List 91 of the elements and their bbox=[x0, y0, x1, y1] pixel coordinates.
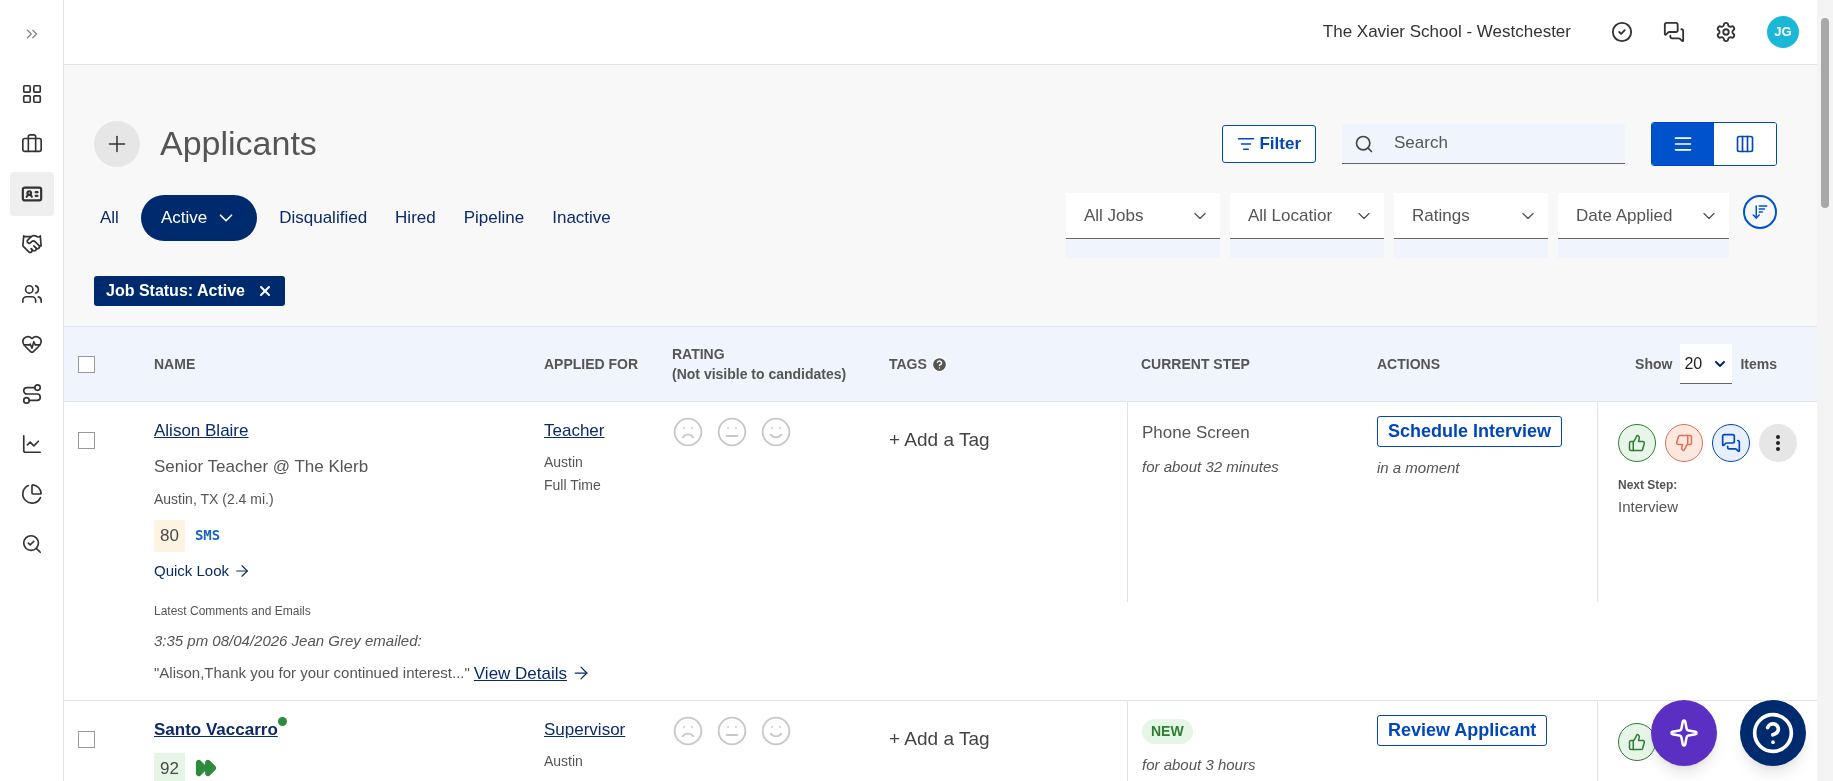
filter-dropdown[interactable]: Ratings bbox=[1394, 193, 1548, 239]
column-header: CURRENT STEP bbox=[1141, 354, 1250, 374]
items-label: Items bbox=[1740, 354, 1777, 374]
applicant-location: Austin, TX (2.4 mi.) bbox=[154, 490, 274, 509]
column-header: RATING (Not visible to candidates) bbox=[672, 345, 847, 384]
magnifier-icon bbox=[20, 533, 43, 555]
handshake-icon bbox=[20, 233, 43, 255]
sidebar-item[interactable] bbox=[9, 172, 54, 216]
sort-button[interactable] bbox=[1743, 195, 1777, 229]
more-icon bbox=[1776, 435, 1780, 451]
step-duration: for about 3 hours bbox=[1142, 755, 1256, 775]
thumbs-down-button[interactable] bbox=[1665, 424, 1703, 462]
next-step-label: Next Step: bbox=[1618, 477, 1678, 494]
route-icon bbox=[20, 383, 43, 405]
column-header: NAME bbox=[154, 354, 196, 374]
applicant-name-link[interactable]: Santo Vaccarro bbox=[154, 720, 278, 739]
sparkle-icon bbox=[1669, 718, 1699, 748]
add-tag-link[interactable]: + Add a Tag bbox=[889, 728, 990, 749]
filter-button[interactable]: Filter bbox=[1222, 124, 1316, 163]
filter-dropdown[interactable]: All Locatior bbox=[1230, 193, 1384, 239]
applicant-headline: Senior Teacher @ The Klerb bbox=[154, 455, 369, 478]
scrollbar[interactable] bbox=[1817, 0, 1833, 781]
column-header: APPLIED FOR bbox=[544, 354, 639, 374]
review-applicant-button[interactable]: Review Applicant bbox=[1377, 715, 1548, 746]
check-circle-icon[interactable] bbox=[1611, 21, 1633, 43]
columns-icon bbox=[1735, 133, 1755, 154]
thumbs-up-button[interactable] bbox=[1618, 424, 1656, 462]
add-button[interactable] bbox=[94, 120, 140, 167]
channel-label: SMS bbox=[194, 526, 221, 546]
comment-excerpt: "Alison,Thank you for your continued interest..." bbox=[154, 663, 470, 683]
line-chart-icon bbox=[20, 433, 43, 455]
thumbs-up-icon bbox=[1628, 434, 1646, 452]
close-icon[interactable] bbox=[257, 283, 273, 299]
job-link[interactable]: Supervisor bbox=[544, 717, 626, 743]
step-duration: for about 32 minutes bbox=[1142, 456, 1279, 477]
page-title: Applicants bbox=[160, 123, 317, 164]
add-tag-link[interactable]: + Add a Tag bbox=[889, 429, 990, 450]
thumbs-up-button[interactable] bbox=[1618, 723, 1656, 761]
pie-chart-icon bbox=[20, 483, 43, 505]
column-header: TAGS bbox=[889, 354, 927, 374]
status-tab[interactable]: All bbox=[94, 195, 125, 241]
people-icon bbox=[20, 283, 43, 305]
new-badge: NEW bbox=[1142, 719, 1193, 744]
row-checkbox[interactable] bbox=[78, 731, 95, 748]
help-icon bbox=[1751, 711, 1795, 755]
job-location: Austin bbox=[544, 751, 583, 771]
next-step: Interview bbox=[1618, 496, 1679, 519]
status-tab[interactable]: Active bbox=[140, 195, 258, 241]
settings-icon[interactable] bbox=[1715, 21, 1737, 43]
thumbs-up-icon bbox=[1628, 733, 1646, 751]
view-details-link[interactable]: View Details bbox=[473, 660, 592, 686]
chat-icon bbox=[1721, 433, 1741, 453]
chat-icon[interactable] bbox=[1663, 21, 1685, 43]
filter-chip[interactable]: Job Status: Active bbox=[94, 276, 285, 306]
action-time: in a moment bbox=[1377, 458, 1460, 478]
briefcase-icon bbox=[20, 133, 43, 155]
status-tab[interactable]: Inactive bbox=[546, 195, 617, 241]
select-all-checkbox[interactable] bbox=[78, 355, 95, 373]
filter-dropdown[interactable]: Date Applied bbox=[1558, 193, 1729, 239]
help-icon[interactable] bbox=[930, 355, 948, 373]
applicant-name-link[interactable]: Alison Blaire bbox=[154, 421, 249, 440]
thumbs-down-icon bbox=[1675, 434, 1693, 452]
quick-look-link[interactable]: Quick Look bbox=[154, 559, 252, 582]
comment-meta: 3:35 pm 08/04/2026 Jean Grey emailed: bbox=[154, 631, 422, 651]
status-tab[interactable]: Disqualified bbox=[273, 195, 374, 241]
status-tab[interactable]: Hired bbox=[389, 195, 442, 241]
message-button[interactable] bbox=[1712, 424, 1750, 462]
id-card-icon bbox=[20, 183, 43, 205]
job-link[interactable]: Teacher bbox=[544, 418, 605, 444]
more-button[interactable] bbox=[1759, 424, 1797, 462]
filter-dropdown[interactable]: All Jobs bbox=[1066, 193, 1220, 239]
page-size-select[interactable]: 20 bbox=[1680, 344, 1733, 384]
comments-heading: Latest Comments and Emails bbox=[154, 603, 311, 620]
dashboard-icon bbox=[20, 83, 43, 105]
current-step: Phone Screen bbox=[1142, 420, 1250, 446]
schedule-interview-button[interactable]: Schedule Interview bbox=[1377, 416, 1563, 447]
job-location: Austin bbox=[544, 452, 583, 472]
status-tab[interactable]: Pipeline bbox=[457, 195, 531, 241]
search-field[interactable]: Search bbox=[1342, 123, 1625, 164]
score-badge: 92 bbox=[154, 752, 185, 781]
score-badge: 80 bbox=[154, 520, 185, 552]
search-icon bbox=[1354, 133, 1374, 154]
column-header: ACTIONS bbox=[1377, 354, 1440, 374]
sort-icon bbox=[1751, 203, 1769, 221]
list-view-button[interactable] bbox=[1652, 122, 1714, 165]
row-checkbox[interactable] bbox=[78, 432, 95, 449]
board-view-button[interactable] bbox=[1714, 122, 1776, 165]
heart-pulse-icon bbox=[20, 333, 43, 355]
organization-name[interactable]: The Xavier School - Westchester bbox=[1322, 19, 1571, 45]
job-type: Full Time bbox=[544, 475, 601, 495]
show-label: Show bbox=[1635, 354, 1673, 374]
